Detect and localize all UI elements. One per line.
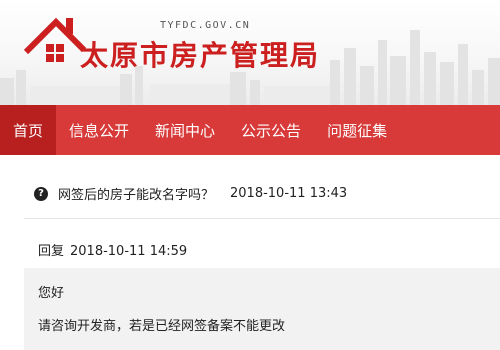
question-time: 2018-10-11 13:43	[230, 186, 348, 201]
nav-item-question-collection[interactable]: 问题征集	[314, 105, 400, 155]
reply-greeting: 您好	[38, 286, 65, 301]
question-circle-icon: ?	[34, 186, 48, 201]
reply-label: 回复	[38, 244, 65, 259]
question-text: 网签后的房子能改名字吗？	[58, 188, 215, 203]
nav-item-announcements[interactable]: 公示公告	[228, 105, 314, 155]
divider	[24, 218, 500, 219]
site-title: 太原市房产管理局	[80, 39, 321, 72]
question-row: ? 网签后的房子能改名字吗？ 2018-10-11 13:43	[34, 184, 347, 203]
reply-content-box: 您好 请咨询开发商，若是已经网签备案不能更改	[24, 268, 500, 350]
reply-body: 请咨询开发商，若是已经网签备案不能更改	[38, 319, 286, 334]
main-nav: 首页 信息公开 新闻中心 公示公告 问题征集	[0, 105, 500, 155]
header-banner: TYFDC.GOV.CN 太原市房产管理局	[0, 0, 500, 105]
reply-header: 回复 2018-10-11 14:59	[38, 240, 187, 259]
nav-item-info-disclosure[interactable]: 信息公开	[56, 105, 142, 155]
nav-item-home[interactable]: 首页	[0, 105, 57, 155]
reply-time: 2018-10-11 14:59	[70, 244, 188, 259]
site-domain: TYFDC.GOV.CN	[160, 20, 251, 31]
house-logo-icon	[23, 17, 87, 62]
nav-item-news-center[interactable]: 新闻中心	[142, 105, 228, 155]
